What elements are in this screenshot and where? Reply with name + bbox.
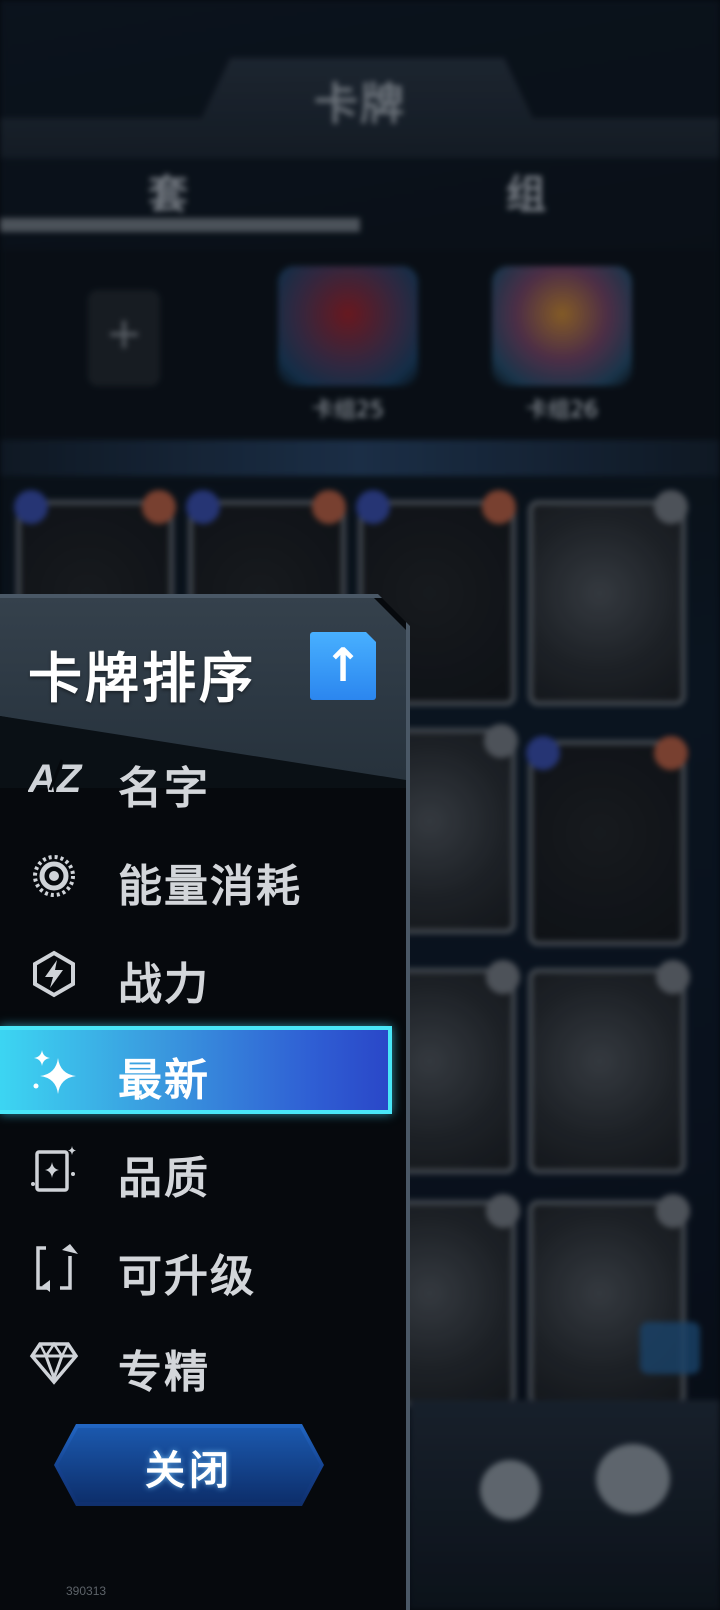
background-card — [528, 1200, 686, 1406]
close-button-label: 关闭 — [145, 1448, 233, 1494]
background-deck-1-label: 卡组25 — [312, 398, 384, 423]
screen: 卡牌 套 组 卡组25 卡组26 — [0, 0, 720, 1610]
background-deck-2-label: 卡组26 — [526, 398, 598, 423]
background-power-badge — [312, 490, 346, 524]
background-deck-1 — [278, 266, 418, 386]
background-power-badge — [654, 490, 688, 524]
sort-direction-button[interactable]: ↑ — [310, 632, 376, 700]
sort-option-upgradable[interactable]: 可升级 — [0, 1218, 406, 1314]
background-divider — [0, 440, 720, 476]
az-icon: AZ — [27, 754, 83, 802]
sort-option-label: 名字 — [118, 763, 210, 814]
background-power-badge — [486, 1194, 520, 1228]
background-tab-underline — [0, 218, 360, 232]
background-deck-2 — [492, 266, 632, 386]
diamond-icon — [28, 1338, 80, 1386]
upgrade-icon — [28, 1242, 80, 1292]
close-button[interactable]: 关闭 — [54, 1424, 324, 1506]
background-cost-badge — [186, 490, 220, 524]
energy-icon — [28, 852, 80, 900]
sort-option-newest[interactable]: 最新 — [0, 1026, 406, 1122]
background-card — [528, 968, 686, 1174]
sort-option-power[interactable]: 战力 — [0, 926, 406, 1022]
background-tab-2: 组 — [506, 172, 546, 218]
background-power-badge — [654, 736, 688, 770]
background-scroll-arrow — [640, 1322, 700, 1374]
background-bottom-nav — [410, 1400, 720, 1610]
sort-option-label: 能量消耗 — [118, 861, 302, 912]
background-add-deck-slot — [88, 290, 160, 386]
sort-option-label: 可升级 — [118, 1251, 256, 1302]
background-tab-1: 套 — [148, 172, 188, 218]
background-card — [528, 740, 686, 946]
sort-option-label: 战力 — [118, 959, 210, 1010]
background-cost-badge — [356, 490, 390, 524]
power-icon — [28, 950, 80, 998]
background-title: 卡牌 — [314, 79, 406, 130]
background-card — [528, 500, 686, 706]
background-power-badge — [482, 490, 516, 524]
sort-option-mastery[interactable]: 专精 — [0, 1314, 406, 1410]
build-id: 390313 — [66, 1584, 107, 1598]
sort-option-energy-cost[interactable]: 能量消耗 — [0, 828, 406, 924]
sort-option-label: 最新 — [118, 1055, 210, 1106]
background-power-badge — [656, 1194, 690, 1228]
sort-option-name[interactable]: AZ 名字 — [0, 730, 406, 826]
sort-option-label: 专精 — [118, 1347, 210, 1398]
background-power-badge — [656, 960, 690, 994]
background-power-badge — [142, 490, 176, 524]
sort-option-label: 品质 — [118, 1153, 210, 1204]
background-cost-badge — [526, 736, 560, 770]
background-cost-badge — [14, 490, 48, 524]
background-power-badge — [484, 724, 518, 758]
sparkle-icon — [28, 1046, 80, 1094]
quality-icon — [28, 1144, 80, 1192]
background-nav-icon — [596, 1444, 670, 1514]
sort-option-quality[interactable]: 品质 — [0, 1120, 406, 1216]
up-arrow-icon: ↑ — [323, 638, 363, 692]
sort-panel-title: 卡牌排序 — [28, 647, 256, 710]
background-nav-icon — [480, 1460, 540, 1520]
background-power-badge — [486, 960, 520, 994]
